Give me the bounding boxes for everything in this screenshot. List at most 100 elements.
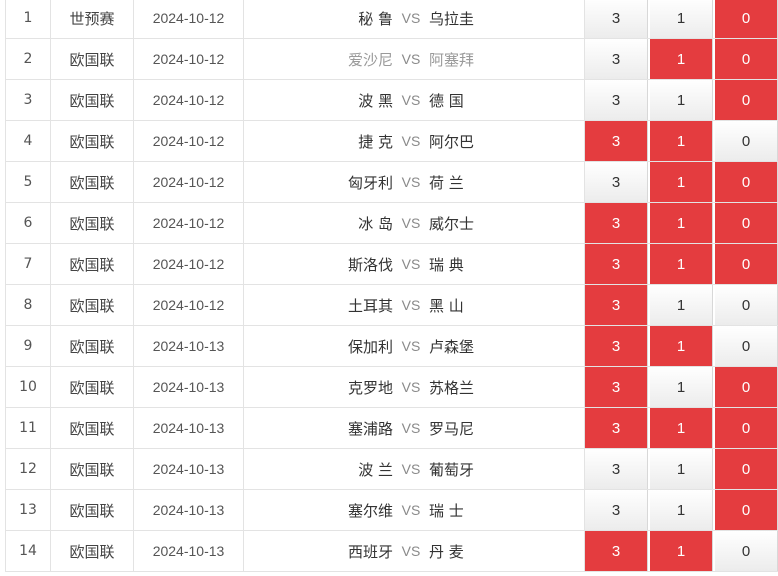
option-win-button[interactable]: 3 [585,531,647,571]
option-draw-button[interactable]: 1 [650,326,712,366]
option-loss[interactable]: 0 [715,121,778,161]
home-team: 西班牙 [347,542,393,561]
option-loss-button[interactable]: 0 [715,121,777,161]
option-loss[interactable]: 0 [715,162,778,202]
option-win-button[interactable]: 3 [585,244,647,284]
option-win-button[interactable]: 3 [585,449,647,489]
option-win[interactable]: 3 [585,244,648,284]
option-win-button[interactable]: 3 [585,326,647,366]
option-win[interactable]: 3 [585,367,648,407]
option-win[interactable]: 3 [585,449,648,489]
option-draw[interactable]: 1 [650,0,713,38]
option-draw-button[interactable]: 1 [650,367,712,407]
table-row: 11 欧国联 2024-10-13 塞浦路 VS 罗马尼 3 1 0 [5,408,778,449]
option-win[interactable]: 3 [585,162,648,202]
option-loss[interactable]: 0 [715,0,778,38]
option-draw-button[interactable]: 1 [650,162,712,202]
match-date: 2024-10-12 [134,121,244,161]
option-win[interactable]: 3 [585,408,648,448]
option-loss-button[interactable]: 0 [715,39,777,79]
away-team: 德 国 [429,91,464,110]
option-loss-button[interactable]: 0 [715,80,777,120]
option-draw-button[interactable]: 1 [650,39,712,79]
option-draw[interactable]: 1 [650,80,713,120]
option-draw[interactable]: 1 [650,203,713,243]
away-team: 罗马尼 [429,419,475,438]
option-loss[interactable]: 0 [715,39,778,79]
table-row: 10 欧国联 2024-10-13 克罗地 VS 苏格兰 3 1 0 [5,367,778,408]
option-win-button[interactable]: 3 [585,490,647,530]
option-loss-button[interactable]: 0 [715,490,777,530]
option-win-button[interactable]: 3 [585,408,647,448]
option-loss-button[interactable]: 0 [715,408,777,448]
table-row: 12 欧国联 2024-10-13 波 兰 VS 葡萄牙 3 1 0 [5,449,778,490]
option-loss[interactable]: 0 [715,490,778,530]
option-draw-button[interactable]: 1 [650,121,712,161]
option-draw[interactable]: 1 [650,244,713,284]
table-row: 8 欧国联 2024-10-12 土耳其 VS 黑 山 3 1 0 [5,285,778,326]
option-win[interactable]: 3 [585,80,648,120]
option-loss-button[interactable]: 0 [715,367,777,407]
option-draw-button[interactable]: 1 [650,244,712,284]
option-win[interactable]: 3 [585,39,648,79]
option-draw-button[interactable]: 1 [650,285,712,325]
option-draw[interactable]: 1 [650,490,713,530]
option-win[interactable]: 3 [585,203,648,243]
option-loss[interactable]: 0 [715,326,778,366]
option-win-button[interactable]: 3 [585,80,647,120]
option-draw[interactable]: 1 [650,162,713,202]
option-loss-button[interactable]: 0 [715,285,777,325]
option-draw-button[interactable]: 1 [650,80,712,120]
option-draw-button[interactable]: 1 [650,449,712,489]
option-loss-button[interactable]: 0 [715,0,777,38]
option-draw-button[interactable]: 1 [650,531,712,571]
option-loss-button[interactable]: 0 [715,162,777,202]
option-win-button[interactable]: 3 [585,367,647,407]
option-loss-button[interactable]: 0 [715,244,777,284]
option-loss-button[interactable]: 0 [715,203,777,243]
away-team: 阿塞拜 [429,50,475,69]
option-win[interactable]: 3 [585,121,648,161]
option-loss-button[interactable]: 0 [715,531,777,571]
option-win[interactable]: 3 [585,531,648,571]
option-win-button[interactable]: 3 [585,0,647,38]
option-loss[interactable]: 0 [715,285,778,325]
match-date: 2024-10-13 [134,408,244,448]
option-win[interactable]: 3 [585,326,648,366]
option-draw[interactable]: 1 [650,408,713,448]
option-draw[interactable]: 1 [650,367,713,407]
vs-label: VS [401,10,421,26]
option-draw-button[interactable]: 1 [650,490,712,530]
option-win[interactable]: 3 [585,285,648,325]
option-loss[interactable]: 0 [715,449,778,489]
option-draw[interactable]: 1 [650,285,713,325]
option-win-button[interactable]: 3 [585,162,647,202]
option-win-button[interactable]: 3 [585,203,647,243]
option-draw[interactable]: 1 [650,39,713,79]
option-loss[interactable]: 0 [715,203,778,243]
option-loss-button[interactable]: 0 [715,449,777,489]
option-draw[interactable]: 1 [650,326,713,366]
option-loss-button[interactable]: 0 [715,326,777,366]
option-loss[interactable]: 0 [715,80,778,120]
option-win-button[interactable]: 3 [585,39,647,79]
option-draw-button[interactable]: 1 [650,203,712,243]
option-win[interactable]: 3 [585,490,648,530]
option-loss[interactable]: 0 [715,408,778,448]
option-draw[interactable]: 1 [650,531,713,571]
vs-label: VS [401,256,421,272]
option-loss[interactable]: 0 [715,531,778,571]
option-win-button[interactable]: 3 [585,121,647,161]
option-loss[interactable]: 0 [715,244,778,284]
match-date: 2024-10-12 [134,162,244,202]
option-draw[interactable]: 1 [650,449,713,489]
match-number: 1 [6,0,51,38]
option-draw-button[interactable]: 1 [650,0,712,38]
option-win-button[interactable]: 3 [585,285,647,325]
table-row: 5 欧国联 2024-10-12 匈牙利 VS 荷 兰 3 1 0 [5,162,778,203]
option-loss[interactable]: 0 [715,367,778,407]
option-draw-button[interactable]: 1 [650,408,712,448]
option-win[interactable]: 3 [585,0,648,38]
option-draw[interactable]: 1 [650,121,713,161]
league-name: 世预赛 [51,0,134,38]
